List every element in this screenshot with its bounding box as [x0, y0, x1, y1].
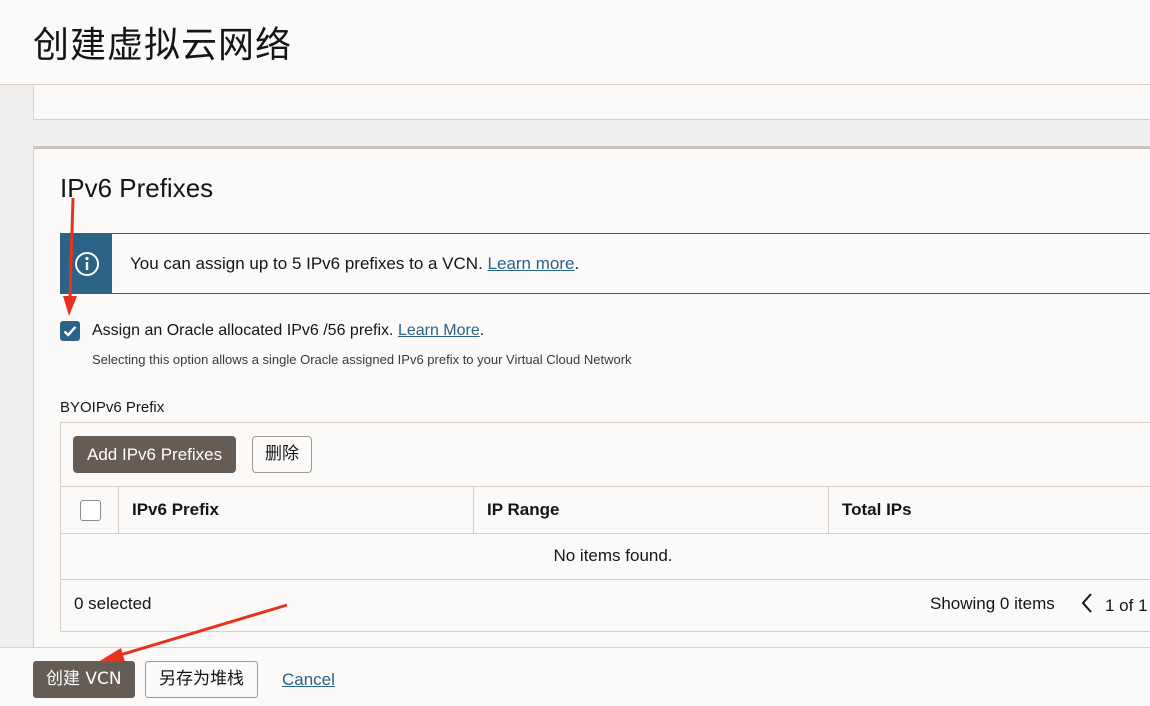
- column-divider: [473, 487, 474, 533]
- page-title: 创建虚拟云网络: [33, 25, 293, 66]
- empty-state-row: No items found.: [61, 533, 1150, 580]
- page-header: 创建虚拟云网络: [0, 0, 1150, 85]
- assign-oracle-prefix-checkbox[interactable]: [60, 321, 80, 341]
- delete-button[interactable]: 删除: [252, 436, 312, 473]
- info-text: You can assign up to 5 IPv6 prefixes to …: [130, 254, 579, 274]
- learn-more-link[interactable]: Learn more: [488, 254, 575, 273]
- assign-oracle-prefix-label: Assign an Oracle allocated IPv6 /56 pref…: [92, 322, 484, 340]
- byoip-prefix-table: Add IPv6 Prefixes 删除 IPv6 Prefix IP Rang…: [60, 422, 1150, 632]
- column-divider: [828, 487, 829, 533]
- info-suffix: .: [574, 254, 580, 273]
- assign-label-text: Assign an Oracle allocated IPv6 /56 pref…: [92, 322, 398, 339]
- previous-section-card: [33, 85, 1150, 120]
- info-message: You can assign up to 5 IPv6 prefixes to …: [130, 254, 488, 273]
- info-icon: [61, 234, 112, 293]
- learn-more-prefix-link[interactable]: Learn More: [398, 322, 480, 339]
- column-header-ipv6-prefix[interactable]: IPv6 Prefix: [132, 487, 219, 533]
- column-divider: [118, 487, 119, 533]
- create-vcn-button[interactable]: 创建 VCN: [33, 661, 135, 698]
- column-header-total-ips[interactable]: Total IPs: [842, 487, 912, 533]
- check-icon: [63, 326, 77, 337]
- select-all-checkbox[interactable]: [80, 500, 101, 521]
- section-title: IPv6 Prefixes: [60, 173, 214, 203]
- selected-count: 0 selected: [74, 594, 152, 613]
- page-indicator: 1 of 1: [1105, 596, 1148, 615]
- byoip-prefix-label: BYOIPv6 Prefix: [60, 399, 165, 416]
- save-as-stack-button[interactable]: 另存为堆栈: [145, 661, 258, 698]
- column-header-ip-range[interactable]: IP Range: [487, 487, 559, 533]
- ipv6-prefixes-card: IPv6 Prefixes You can assign up to 5 IPv…: [33, 146, 1150, 660]
- assign-label-suffix: .: [479, 322, 485, 339]
- chevron-left-icon[interactable]: [1079, 591, 1095, 620]
- assign-help-text: Selecting this option allows a single Or…: [92, 352, 632, 367]
- info-banner: You can assign up to 5 IPv6 prefixes to …: [60, 233, 1150, 294]
- table-header: IPv6 Prefix IP Range Total IPs: [61, 486, 1150, 534]
- add-ipv6-prefixes-button[interactable]: Add IPv6 Prefixes: [73, 436, 237, 473]
- cancel-link[interactable]: Cancel: [282, 670, 335, 690]
- footer-actions: 创建 VCN 另存为堆栈 Cancel: [0, 647, 1150, 706]
- showing-items-count: Showing 0 items: [930, 594, 1055, 613]
